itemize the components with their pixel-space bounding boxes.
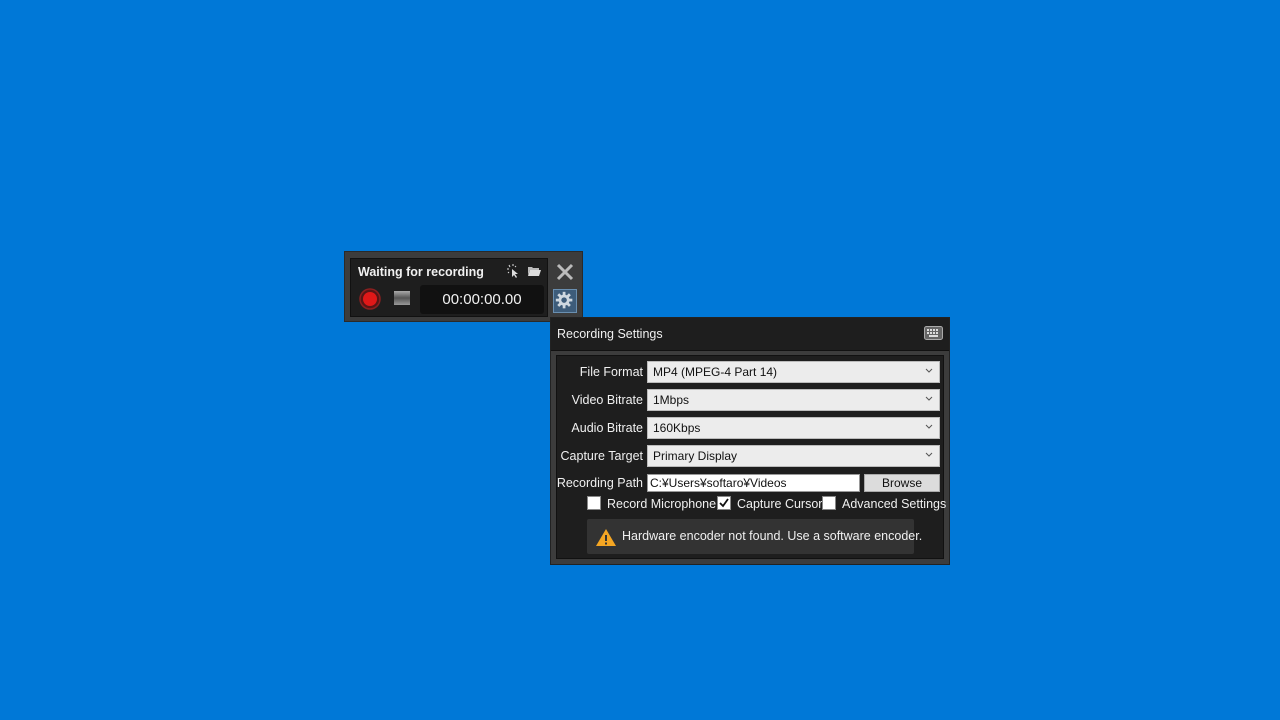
capture-target-row: Capture Target Primary Display	[557, 445, 945, 469]
record-button[interactable]	[359, 288, 381, 310]
capture-target-value: Primary Display	[653, 449, 738, 463]
settings-button[interactable]	[553, 289, 577, 313]
warning-banner: Hardware encoder not found. Use a softwa…	[587, 519, 922, 554]
settings-header: Recording Settings	[551, 318, 949, 351]
file-format-label: File Format	[579, 365, 643, 379]
audio-bitrate-select[interactable]: 160Kbps	[647, 417, 940, 439]
record-microphone-label: Record Microphone	[607, 497, 717, 511]
gear-icon	[555, 291, 573, 309]
chevron-down-icon	[925, 424, 933, 429]
recording-path-input[interactable]: C:¥Users¥softaro¥Videos	[647, 474, 860, 492]
warning-text: Hardware encoder not found. Use a softwa…	[622, 529, 923, 543]
chevron-down-icon	[925, 368, 933, 373]
audio-bitrate-row: Audio Bitrate 160Kbps	[557, 417, 945, 441]
video-bitrate-row: Video Bitrate 1Mbps	[557, 389, 945, 413]
recording-status: Waiting for recording	[358, 265, 484, 279]
file-format-value: MP4 (MPEG-4 Part 14)	[653, 365, 778, 379]
checkbox-box[interactable]	[822, 496, 836, 510]
chevron-down-icon	[925, 452, 933, 457]
settings-body: File Format MP4 (MPEG-4 Part 14) Video B…	[556, 355, 946, 559]
settings-title: Recording Settings	[557, 327, 663, 341]
recording-settings-panel: Recording Settings File Format MP4 (MPEG…	[550, 317, 950, 565]
video-bitrate-label: Video Bitrate	[571, 393, 643, 407]
checkbox-box[interactable]	[587, 496, 601, 510]
capture-cursor-checkbox[interactable]: Capture Cursor	[717, 496, 822, 511]
close-icon[interactable]	[555, 262, 575, 282]
recorder-widget: Waiting for recording 00:00:00.00	[344, 251, 583, 322]
checkbox-box[interactable]	[717, 496, 731, 510]
record-microphone-checkbox[interactable]: Record Microphone	[587, 496, 716, 511]
capture-target-select[interactable]: Primary Display	[647, 445, 940, 467]
warning-icon	[596, 529, 616, 546]
audio-bitrate-label: Audio Bitrate	[571, 421, 643, 435]
video-bitrate-value: 1Mbps	[653, 393, 690, 407]
stop-button[interactable]	[394, 291, 410, 305]
file-format-row: File Format MP4 (MPEG-4 Part 14)	[557, 361, 945, 385]
browse-button[interactable]: Browse	[864, 474, 940, 492]
keyboard-icon[interactable]	[924, 326, 943, 340]
folder-open-icon[interactable]	[527, 265, 541, 277]
file-format-select[interactable]: MP4 (MPEG-4 Part 14)	[647, 361, 940, 383]
advanced-settings-checkbox[interactable]: Advanced Settings	[822, 496, 946, 511]
recording-path-row: Recording Path C:¥Users¥softaro¥Videos B…	[557, 474, 945, 498]
recorder-panel: Waiting for recording 00:00:00.00	[350, 258, 548, 317]
timer-display: 00:00:00.00	[420, 285, 544, 314]
recording-path-label: Recording Path	[556, 476, 643, 490]
capture-cursor-label: Capture Cursor	[737, 497, 823, 511]
video-bitrate-select[interactable]: 1Mbps	[647, 389, 940, 411]
chevron-down-icon	[925, 396, 933, 401]
capture-target-label: Capture Target	[560, 449, 643, 463]
checkmark-icon	[719, 498, 729, 508]
cursor-click-icon[interactable]	[506, 264, 520, 278]
audio-bitrate-value: 160Kbps	[653, 421, 701, 435]
advanced-settings-label: Advanced Settings	[842, 497, 947, 511]
